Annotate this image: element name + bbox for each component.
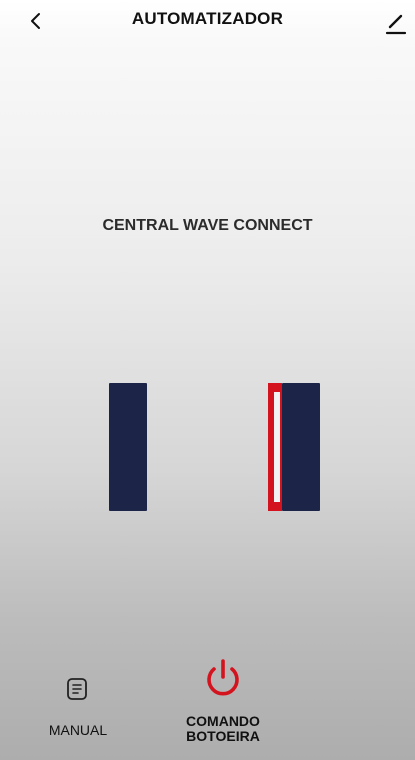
- manual-button[interactable]: MANUAL: [38, 668, 118, 748]
- page-title: AUTOMATIZADOR: [131, 9, 284, 28]
- power-icon: [207, 659, 239, 696]
- gate-indicator-gap: [274, 392, 280, 502]
- gate-right-leaf: [282, 383, 320, 511]
- gate-left-leaf: [109, 383, 147, 511]
- command-label-line2: BOTOEIRA: [186, 728, 260, 744]
- manual-label: MANUAL: [48, 722, 108, 738]
- document-icon: [67, 678, 87, 700]
- automatizador-screen: AUTOMATIZADOR CENTRAL WAVE CONNECT MANUA…: [0, 0, 415, 760]
- comando-botoeira-button[interactable]: COMANDO BOTOEIRA: [168, 650, 278, 755]
- header: AUTOMATIZADOR: [0, 0, 415, 44]
- device-name: CENTRAL WAVE CONNECT: [102, 217, 313, 234]
- command-label-line1: COMANDO: [186, 713, 260, 729]
- edit-button[interactable]: [383, 6, 409, 36]
- comando-botoeira-label: COMANDO BOTOEIRA: [168, 714, 278, 744]
- pencil-icon: [385, 14, 407, 35]
